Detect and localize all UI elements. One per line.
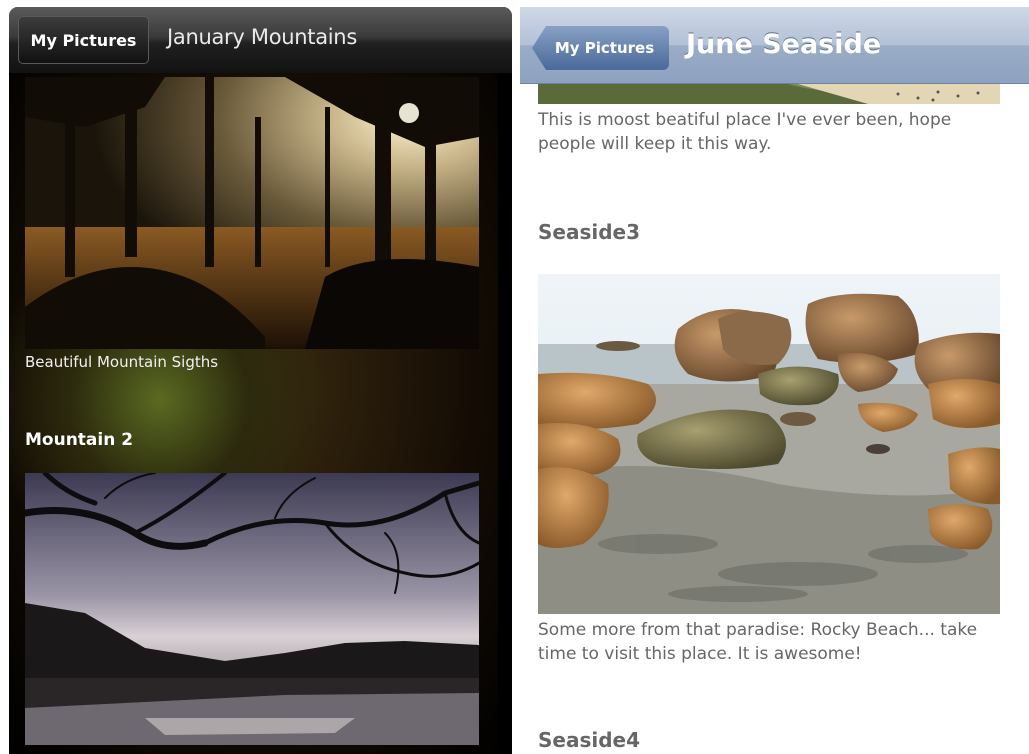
forest-photo[interactable] <box>25 77 479 349</box>
photo-caption: This is moost beatiful place I've ever b… <box>538 110 952 154</box>
right-back-button[interactable]: My Pictures <box>532 26 669 70</box>
left-nav-bar: My Pictures January Mountains <box>9 7 512 73</box>
photo-caption: Beautiful Mountain Sigths <box>25 353 219 371</box>
photo-heading: Seaside4 <box>538 728 641 752</box>
left-back-button[interactable]: My Pictures <box>18 16 149 64</box>
photo-caption: Some more from that paradise: Rocky Beac… <box>538 620 978 664</box>
right-page-title: June Seaside <box>686 29 882 60</box>
left-scroll-edge <box>498 73 512 754</box>
left-gallery-list[interactable]: Beautiful Mountain Sigths Mountain 2 <box>9 73 512 754</box>
seaside-photo-previous[interactable] <box>538 84 1000 104</box>
left-page-title: January Mountains <box>167 25 357 49</box>
left-phone-screen: My Pictures January Mountains Beautiful … <box>9 7 512 754</box>
lake-photo[interactable] <box>25 473 479 745</box>
right-nav-bar: My Pictures June Seaside <box>520 7 1029 84</box>
right-phone-screen: My Pictures June Seaside This is moost b… <box>520 7 1029 754</box>
rocky-beach-photo[interactable] <box>538 274 1000 614</box>
photo-heading: Seaside3 <box>538 220 641 244</box>
photo-heading: Mountain 2 <box>25 430 134 450</box>
